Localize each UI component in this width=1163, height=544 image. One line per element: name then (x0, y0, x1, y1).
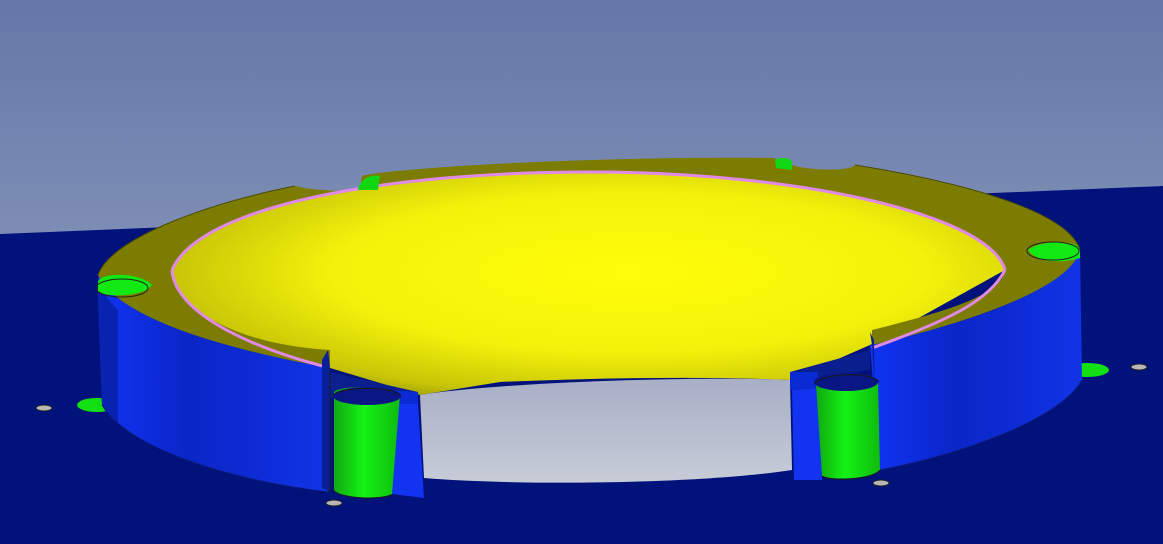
top-mounting-hole-back-right[interactable] (775, 157, 792, 170)
bolt-head-icon (35, 404, 53, 412)
ring-gap-floor (420, 378, 792, 483)
cad-render-canvas[interactable] (0, 0, 1163, 544)
mounting-hole-icon (775, 157, 792, 170)
cad-3d-viewport[interactable] (0, 0, 1163, 544)
bolt-head-icon (325, 499, 343, 507)
bolt-head-icon (872, 479, 890, 487)
ring-part[interactable] (95, 157, 1083, 499)
bolt-head-icon (1130, 363, 1148, 371)
